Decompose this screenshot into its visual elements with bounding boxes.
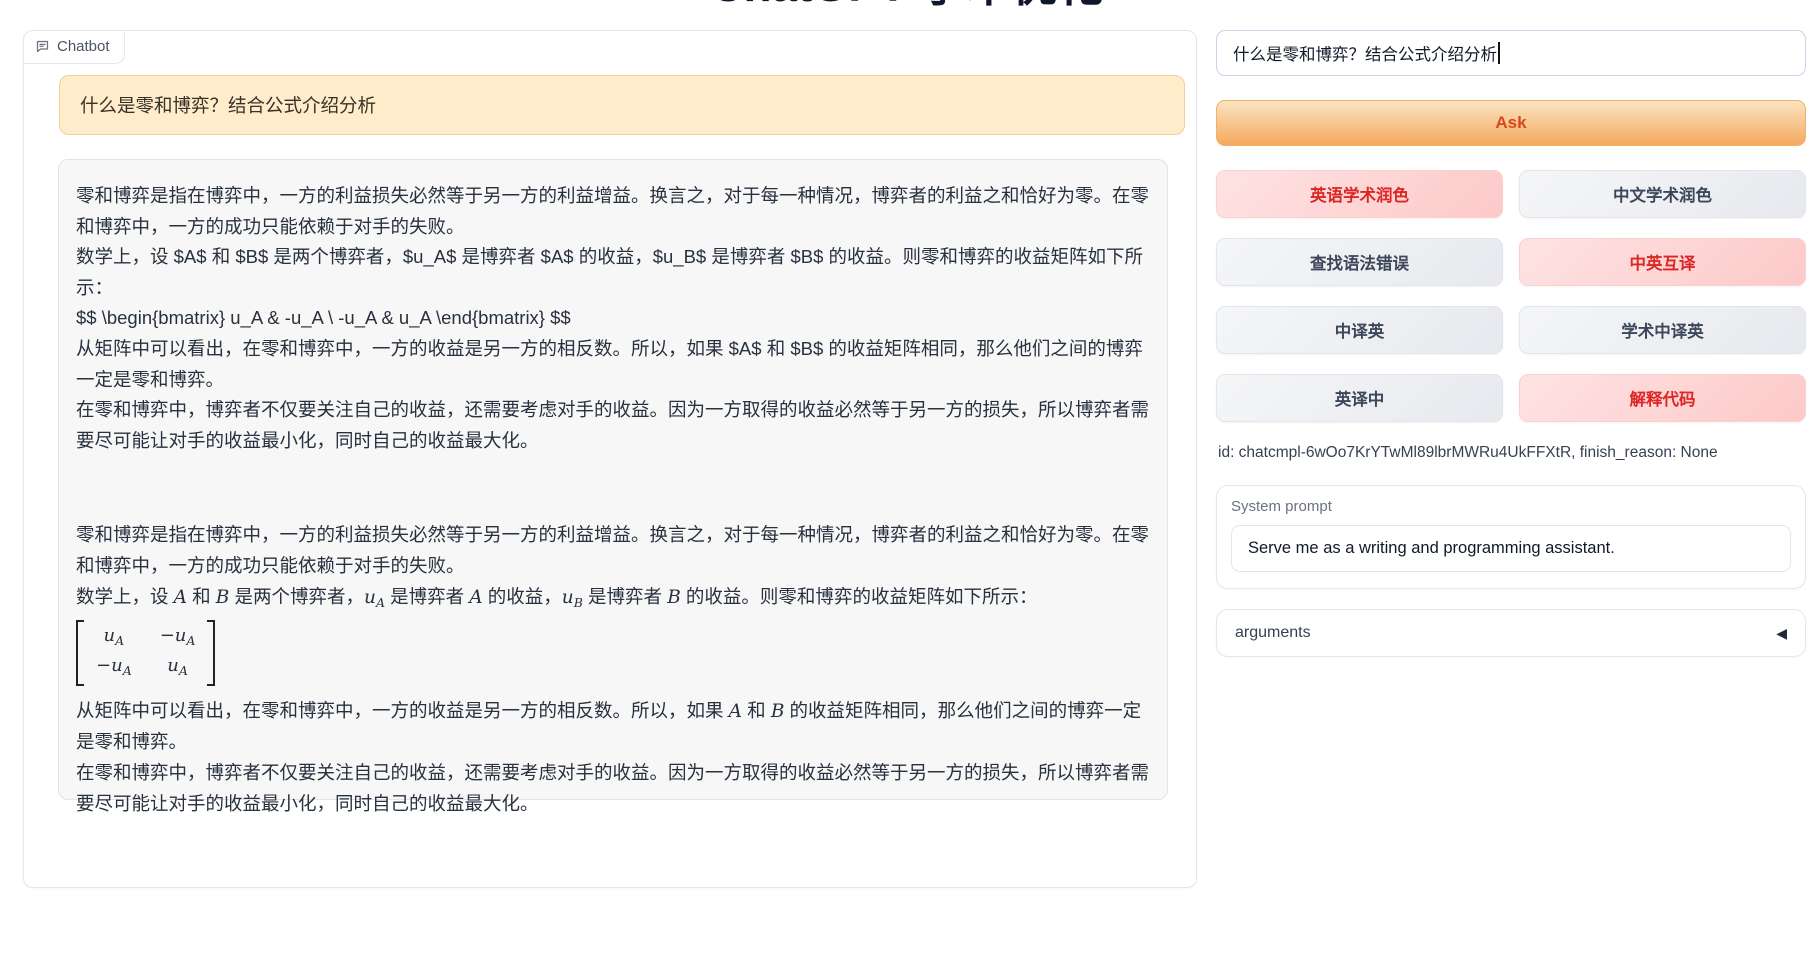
user-message-bubble: 什么是零和博弈？结合公式介绍分析: [59, 75, 1185, 135]
bot-rendered-block: 零和博弈是指在博弈中，一方的利益损失必然等于另一方的利益增益。换言之，对于每一种…: [76, 520, 1149, 819]
btn-explain-code[interactable]: 解释代码: [1519, 374, 1806, 422]
accordion-collapse-icon: ◀: [1776, 625, 1787, 642]
chatbot-panel-label-text: Chatbot: [57, 38, 110, 55]
btn-zh-to-en[interactable]: 中译英: [1216, 306, 1503, 354]
btn-zh-en-mutual-translate[interactable]: 中英互译: [1519, 238, 1806, 286]
ask-button[interactable]: Ask: [1216, 100, 1806, 146]
chat-bubble-icon: [35, 39, 50, 54]
user-message-text: 什么是零和博弈？结合公式介绍分析: [80, 92, 376, 118]
bot-raw-markdown-block: 零和博弈是指在博弈中，一方的利益损失必然等于另一方的利益增益。换言之，对于每一种…: [76, 181, 1149, 456]
bot-rendered-math-line: 数学上，设 A 和 B 是两个博弈者，uA 是博弈者 A 的收益，uB 是博弈者…: [76, 582, 1149, 619]
btn-chinese-academic-polish[interactable]: 中文学术润色: [1519, 170, 1806, 218]
matrix-cell: uA: [167, 653, 188, 683]
quick-actions-grid: 英语学术润色 中文学术润色 查找语法错误 中英互译 中译英 学术中译英 英译中 …: [1216, 170, 1806, 422]
btn-academic-zh-to-en[interactable]: 学术中译英: [1519, 306, 1806, 354]
text-cursor: [1498, 42, 1500, 64]
clipped-page-title: ChatGPT 学术优化: [0, 0, 1814, 9]
payoff-matrix: uA −uA −uA uA: [76, 620, 215, 686]
matrix-right-bracket: [207, 620, 215, 686]
bot-raw-latex-line: $$ \begin{bmatrix} u_A & -u_A \ -u_A & u…: [76, 303, 1149, 334]
bot-message-bubble: 零和博弈是指在博弈中，一方的利益损失必然等于另一方的利益增益。换言之，对于每一种…: [58, 159, 1168, 800]
system-prompt-input[interactable]: Serve me as a writing and programming as…: [1231, 525, 1791, 572]
question-input[interactable]: 什么是零和博弈？结合公式介绍分析: [1216, 30, 1806, 76]
control-column: 什么是零和博弈？结合公式介绍分析 Ask 英语学术润色 中文学术润色 查找语法错…: [1216, 30, 1806, 657]
btn-en-to-zh[interactable]: 英译中: [1216, 374, 1503, 422]
bot-rendered-paragraph: 在零和博弈中，博弈者不仅要关注自己的收益，还需要考虑对手的收益。因为一方取得的收…: [76, 758, 1149, 819]
bot-raw-paragraph: 数学上，设 $A$ 和 $B$ 是两个博弈者，$u_A$ 是博弈者 $A$ 的收…: [76, 242, 1149, 303]
matrix-cell: −uA: [160, 623, 196, 653]
bot-raw-paragraph: 从矩阵中可以看出，在零和博弈中，一方的收益是另一方的相反数。所以，如果 $A$ …: [76, 334, 1149, 395]
status-line: id: chatcmpl-6wOo7KrYTwMl89lbrMWRu4UkFFX…: [1218, 444, 1804, 462]
chatbot-panel: Chatbot 什么是零和博弈？结合公式介绍分析 零和博弈是指在博弈中，一方的利…: [23, 30, 1197, 888]
chatbot-panel-label: Chatbot: [23, 30, 125, 64]
arguments-accordion-label: arguments: [1235, 624, 1311, 642]
arguments-accordion[interactable]: arguments ◀: [1216, 609, 1806, 657]
bot-raw-paragraph: 零和博弈是指在博弈中，一方的利益损失必然等于另一方的利益增益。换言之，对于每一种…: [76, 181, 1149, 242]
system-prompt-card: System prompt Serve me as a writing and …: [1216, 485, 1806, 589]
bot-rendered-paragraph: 从矩阵中可以看出，在零和博弈中，一方的收益是另一方的相反数。所以，如果 A 和 …: [76, 696, 1149, 758]
btn-english-academic-polish[interactable]: 英语学术润色: [1216, 170, 1503, 218]
bot-raw-paragraph: 在零和博弈中，博弈者不仅要关注自己的收益，还需要考虑对手的收益。因为一方取得的收…: [76, 395, 1149, 456]
question-input-value: 什么是零和博弈？结合公式介绍分析: [1233, 41, 1497, 65]
system-prompt-label: System prompt: [1231, 498, 1791, 515]
page-title-text: ChatGPT 学术优化: [0, 0, 1814, 8]
matrix-cell: uA: [104, 623, 125, 653]
matrix-cell: −uA: [96, 653, 132, 683]
bot-rendered-paragraph: 零和博弈是指在博弈中，一方的利益损失必然等于另一方的利益增益。换言之，对于每一种…: [76, 520, 1149, 581]
matrix-left-bracket: [76, 620, 84, 686]
btn-find-grammar-errors[interactable]: 查找语法错误: [1216, 238, 1503, 286]
